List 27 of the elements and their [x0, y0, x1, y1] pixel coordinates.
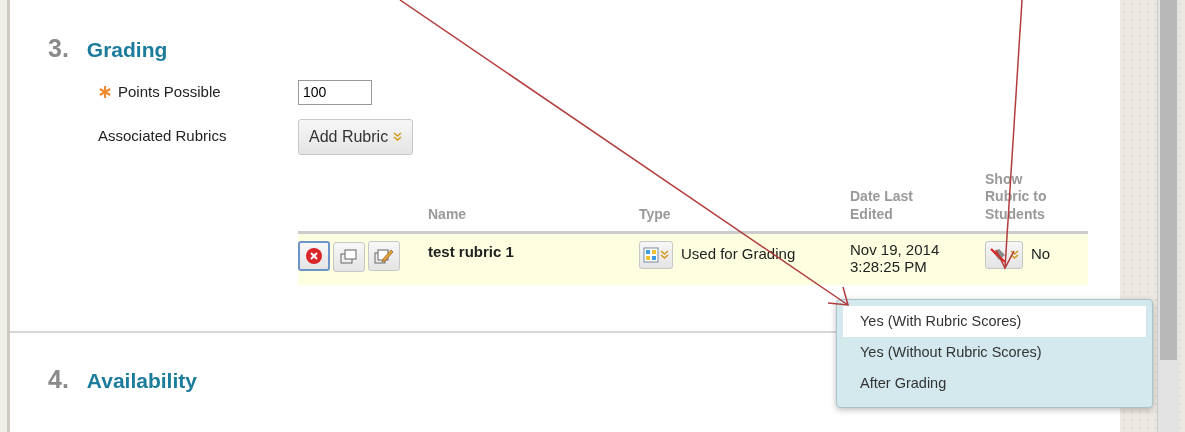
add-rubric-button[interactable]: Add Rubric — [298, 118, 413, 155]
edit-icon — [374, 247, 394, 265]
chevron-icon — [392, 132, 402, 143]
field-label: Associated Rubrics — [98, 126, 227, 147]
show-value: No — [1031, 244, 1051, 262]
rubric-name: test rubric 1 — [426, 232, 637, 285]
section-number: 3. — [48, 33, 69, 64]
chevron-icon — [660, 250, 669, 260]
type-menu-button[interactable] — [639, 241, 673, 269]
field-label: Points Possible — [118, 81, 221, 102]
copy-button[interactable] — [333, 242, 365, 272]
close-icon — [305, 247, 323, 265]
menu-item[interactable]: Yes (With Rubric Scores) — [843, 306, 1146, 337]
scrollbar[interactable] — [1157, 0, 1179, 432]
copy-icon — [340, 249, 358, 265]
section-title: Grading — [86, 37, 168, 63]
show-menu-button[interactable] — [985, 241, 1023, 269]
points-input[interactable]: 100 — [298, 79, 372, 105]
grid-icon — [643, 247, 659, 263]
delete-button[interactable] — [298, 241, 330, 271]
edit-button[interactable] — [368, 241, 400, 271]
menu-item[interactable]: Yes (Without Rubric Scores) — [843, 337, 1146, 368]
section-number: 4. — [48, 364, 69, 395]
date-edited: Nov 19, 2014 3:28:25 PM — [848, 232, 983, 285]
chevron-icon — [1010, 250, 1019, 260]
menu-item[interactable]: After Grading — [843, 368, 1146, 399]
section-title: Availability — [86, 368, 197, 394]
